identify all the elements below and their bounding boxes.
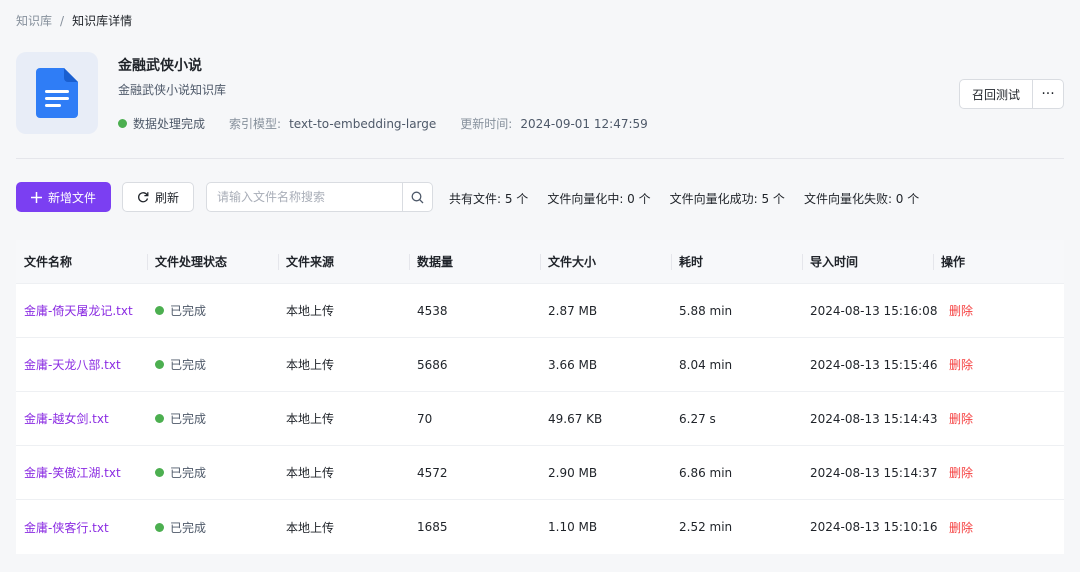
table-row: 金庸-倚天屠龙记.txt 已完成 本地上传 4538 2.87 MB 5.88 … — [16, 284, 1064, 338]
updated-label: 更新时间: — [460, 117, 513, 131]
file-count: 5686 — [417, 357, 448, 372]
table-row: 金庸-越女剑.txt 已完成 本地上传 70 49.67 KB 6.27 s 2… — [16, 392, 1064, 446]
file-duration: 5.88 min — [679, 303, 733, 318]
stat-total: 共有文件: 5 个 — [449, 192, 529, 206]
file-import-time: 2024-08-13 15:10:16 — [810, 520, 938, 534]
file-status: 已完成 — [170, 520, 207, 535]
updated-value: 2024-09-01 12:47:59 — [520, 116, 648, 131]
file-source: 本地上传 — [286, 412, 335, 426]
status-dot-icon — [118, 119, 127, 128]
delete-button[interactable]: 删除 — [949, 356, 973, 373]
search-button[interactable] — [403, 182, 433, 212]
header-size: 文件大小 — [540, 240, 671, 283]
plus-icon — [30, 191, 42, 203]
file-source: 本地上传 — [286, 466, 335, 480]
file-stats: 共有文件: 5 个 文件向量化中: 0 个 文件向量化成功: 5 个 文件向量化… — [449, 190, 938, 207]
page-title: 金融武侠小说 — [118, 58, 202, 74]
file-table: 文件名称 文件处理状态 文件来源 数据量 文件大小 耗时 导入时间 操作 金庸-… — [16, 240, 1064, 554]
file-source: 本地上传 — [286, 520, 335, 535]
delete-button[interactable]: 删除 — [949, 410, 973, 427]
header-name: 文件名称 — [24, 255, 73, 269]
add-file-label: 新增文件 — [47, 190, 96, 205]
delete-button[interactable]: 删除 — [949, 302, 973, 319]
breadcrumb-separator: / — [60, 13, 65, 28]
file-status: 已完成 — [170, 304, 207, 318]
delete-button[interactable]: 删除 — [949, 519, 973, 536]
table-row: 金庸-天龙八部.txt 已完成 本地上传 5686 3.66 MB 8.04 m… — [16, 338, 1064, 392]
file-status: 已完成 — [170, 412, 207, 426]
file-duration: 6.27 s — [679, 411, 716, 426]
header-count: 数据量 — [409, 240, 540, 283]
status-dot-icon — [155, 522, 164, 532]
file-status: 已完成 — [170, 466, 207, 480]
stat-processing: 文件向量化中: 0 个 — [547, 192, 651, 206]
more-button[interactable]: ··· — [1033, 79, 1064, 109]
table-header: 文件名称 文件处理状态 文件来源 数据量 文件大小 耗时 导入时间 操作 — [16, 240, 1064, 284]
file-duration: 8.04 min — [679, 357, 733, 372]
kb-description: 金融武侠小说知识库 — [118, 83, 227, 97]
breadcrumb: 知识库 / 知识库详情 — [16, 12, 132, 29]
kb-status: 数据处理完成 — [133, 117, 206, 131]
file-import-time: 2024-08-13 15:16:08 — [810, 303, 938, 318]
header-status: 文件处理状态 — [147, 240, 278, 283]
breadcrumb-parent[interactable]: 知识库 — [16, 12, 52, 29]
file-name-link[interactable]: 金庸-侠客行.txt — [24, 519, 109, 536]
file-size: 2.87 MB — [548, 303, 598, 318]
kb-meta: 数据处理完成 索引模型: text-to-embedding-large 更新时… — [118, 115, 672, 132]
header-duration: 耗时 — [671, 240, 802, 283]
file-count: 1685 — [417, 520, 448, 534]
file-import-time: 2024-08-13 15:14:43 — [810, 411, 938, 426]
delete-button[interactable]: 删除 — [949, 464, 973, 481]
header-import-time: 导入时间 — [802, 240, 933, 283]
file-duration: 6.86 min — [679, 465, 733, 480]
stat-failed: 文件向量化失败: 0 个 — [803, 192, 920, 206]
document-icon — [36, 68, 78, 118]
header-action: 操作 — [933, 240, 1064, 283]
file-name-link[interactable]: 金庸-笑傲江湖.txt — [24, 464, 121, 481]
file-import-time: 2024-08-13 15:14:37 — [810, 465, 938, 480]
file-name-link[interactable]: 金庸-天龙八部.txt — [24, 356, 121, 373]
file-size: 2.90 MB — [548, 465, 598, 480]
search-icon — [411, 191, 424, 203]
refresh-button[interactable]: 刷新 — [122, 182, 194, 212]
file-name-link[interactable]: 金庸-倚天屠龙记.txt — [24, 302, 133, 319]
kb-avatar — [16, 52, 98, 134]
table-row: 金庸-笑傲江湖.txt 已完成 本地上传 4572 2.90 MB 6.86 m… — [16, 446, 1064, 500]
model-label: 索引模型: — [229, 117, 282, 131]
status-dot-icon — [155, 360, 164, 369]
table-row: 金庸-侠客行.txt 已完成 本地上传 1685 1.10 MB 2.52 mi… — [16, 500, 1064, 554]
search-input[interactable] — [206, 182, 403, 212]
file-size: 3.66 MB — [548, 357, 598, 372]
add-file-button[interactable]: 新增文件 — [16, 182, 111, 212]
breadcrumb-current: 知识库详情 — [72, 14, 133, 28]
file-name-link[interactable]: 金庸-越女剑.txt — [24, 410, 109, 427]
status-dot-icon — [155, 414, 164, 423]
file-count: 70 — [417, 411, 433, 426]
file-count: 4572 — [417, 465, 448, 480]
model-value: text-to-embedding-large — [289, 116, 437, 131]
search-box — [206, 182, 433, 212]
file-source: 本地上传 — [286, 304, 335, 318]
file-count: 4538 — [417, 303, 448, 318]
status-dot-icon — [155, 306, 164, 315]
file-import-time: 2024-08-13 15:15:46 — [810, 357, 938, 372]
refresh-label: 刷新 — [154, 190, 179, 205]
more-icon: ··· — [1041, 86, 1055, 102]
file-size: 49.67 KB — [548, 411, 603, 426]
refresh-icon — [138, 192, 149, 203]
file-duration: 2.52 min — [679, 520, 733, 534]
divider — [16, 158, 1064, 159]
stat-success: 文件向量化成功: 5 个 — [669, 192, 785, 206]
status-dot-icon — [155, 468, 164, 477]
file-size: 1.10 MB — [548, 520, 598, 534]
file-status: 已完成 — [170, 358, 207, 372]
header-source: 文件来源 — [278, 240, 409, 283]
recall-test-button[interactable]: 召回测试 — [959, 79, 1033, 109]
file-source: 本地上传 — [286, 358, 335, 372]
